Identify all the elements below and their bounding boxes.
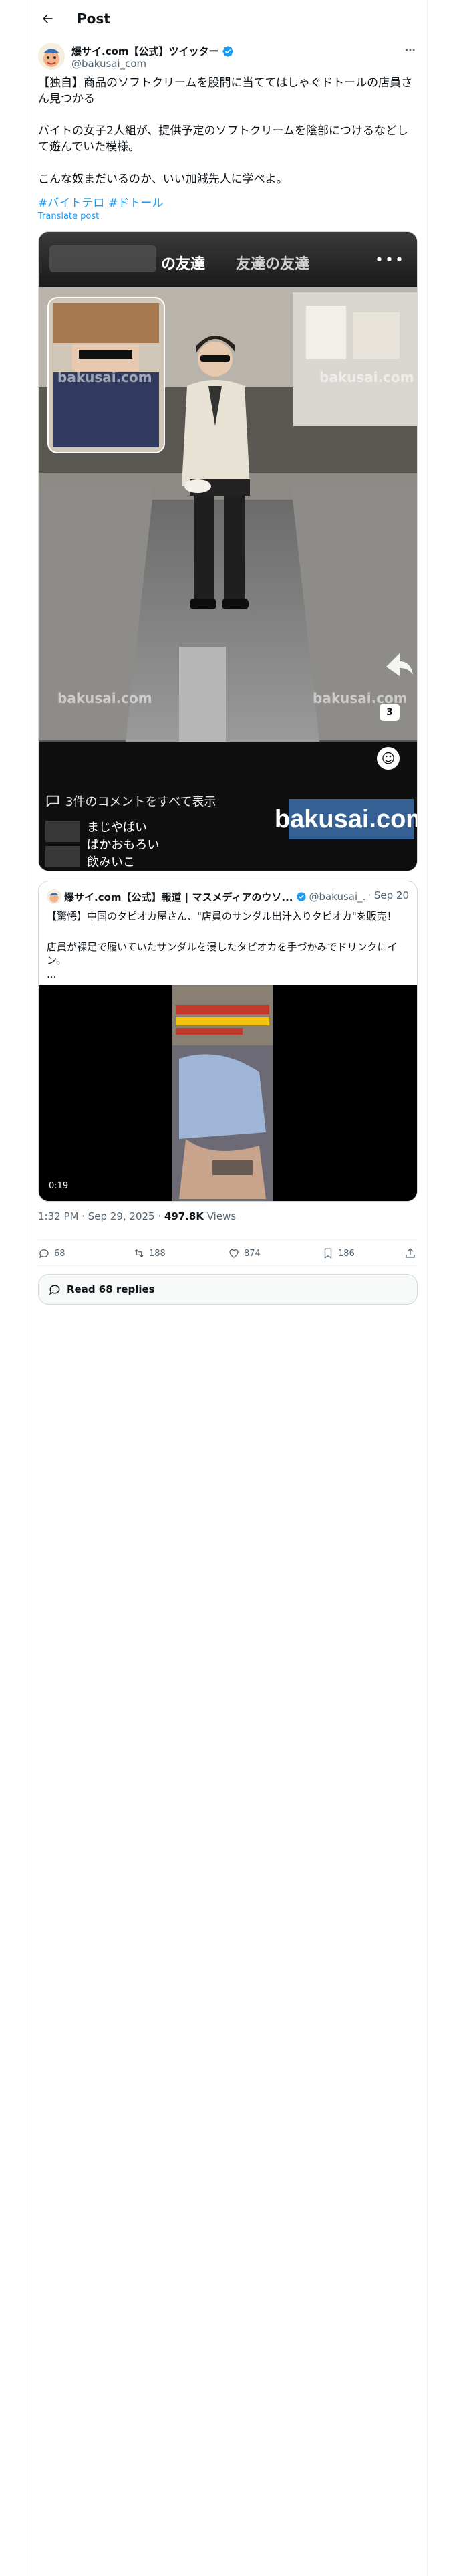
read-replies-button[interactable]: Read 68 replies [38, 1274, 418, 1305]
media-tab-friends-of-friends: 友達の友達 [236, 256, 310, 273]
comment-icon [46, 795, 59, 808]
media-comment: ばかおもろい [87, 838, 160, 852]
share-button[interactable] [404, 1240, 416, 1267]
media-comments-text: 3件のコメントをすべて表示 [65, 795, 216, 809]
post-timestamp[interactable]: 1:32 PM · Sep 29, 2025 · [38, 1210, 164, 1222]
media-comment: まじやばい [87, 821, 147, 835]
quoted-avatar [47, 889, 61, 904]
quoted-post-text: 店員が裸足で履いていたサンダルを浸したタピオカを手づかみでドリンクにイン。 [47, 941, 398, 966]
more-horizontal-icon [406, 49, 415, 51]
media-comments-link: 3件のコメントをすべて表示 [45, 792, 216, 810]
quoted-post[interactable]: 爆サイ.com【公式】報道 | マスメディアのウソ... @bakusai_..… [38, 881, 418, 1202]
hashtags: #バイトテロ #ドトール [38, 195, 168, 211]
bookmark-count: 186 [338, 1248, 355, 1259]
share-icon [406, 1248, 415, 1258]
post-author: 爆サイ.com【公式】ツイッター @bakusai_com [38, 43, 418, 72]
media-count-badge: 3 [380, 704, 400, 721]
bookmark-button[interactable]: 186 [322, 1240, 355, 1267]
reply-button[interactable]: 68 [38, 1240, 65, 1267]
page-title: Post [77, 11, 110, 27]
author-name-row: 爆サイ.com【公式】ツイッター [71, 44, 234, 58]
more-options-button[interactable] [403, 43, 418, 58]
repost-icon [134, 1249, 144, 1258]
reply-count: 68 [54, 1248, 65, 1259]
hashtag-link[interactable]: #バイトテロ [38, 197, 104, 210]
timeline-column: Post 爆サイ.com【公式】ツイッター @bakusai_com 【独自】商… [27, 0, 428, 2576]
like-count: 874 [244, 1248, 261, 1259]
video-duration: 0:19 [45, 1180, 72, 1192]
views-label: Views [203, 1210, 237, 1222]
post-metadata: 1:32 PM · Sep 29, 2025 · 497.8K Views [38, 1210, 236, 1222]
media-tab-friends: の友達 [161, 256, 206, 273]
media-more-icon: ••• [375, 252, 405, 269]
bakusai-logo: bakusai.com [275, 799, 417, 839]
quoted-post-date: · Sep 20 [366, 889, 409, 901]
quoted-post-header: 爆サイ.com【公式】報道 | マスメディアのウソ... @bakusai_..… [47, 889, 410, 904]
quoted-author-handle: @bakusai_... [309, 891, 372, 903]
action-bar: 68 188 874 186 [38, 1239, 418, 1266]
author-handle[interactable]: @bakusai_com [71, 58, 146, 70]
repost-button[interactable]: 188 [133, 1240, 166, 1267]
verified-badge-icon [222, 45, 233, 57]
post-media-image[interactable]: の友達 友達の友達 ••• bakusai.com bakusai.com ba… [38, 231, 418, 871]
avatar[interactable] [38, 43, 65, 70]
watermark: bakusai.com [57, 690, 152, 706]
avatar-image [38, 43, 65, 70]
video-frame [39, 985, 417, 1201]
bookmark-icon [324, 1248, 332, 1259]
post-text: 【独自】商品のソフトクリームを股間に当ててはしゃぐドトールの店員さん見つかる バ… [38, 76, 413, 186]
reply-icon [49, 1285, 60, 1295]
page: Post 爆サイ.com【公式】ツイッター @bakusai_com 【独自】商… [0, 0, 451, 2576]
media-photo [39, 232, 417, 871]
translate-post-link[interactable]: Translate post [38, 211, 99, 221]
repost-count: 188 [149, 1248, 166, 1259]
quoted-author-name: 爆サイ.com【公式】報道 | マスメディアのウソ... [64, 891, 293, 903]
author-name[interactable]: 爆サイ.com【公式】ツイッター [71, 44, 219, 58]
arrow-left-icon [43, 14, 53, 23]
reply-icon [39, 1249, 49, 1259]
quoted-post-text: 【驚愕】中国のタピオカ屋さん、"店員のサンダル出汁入りタピオカ"を販売！ [47, 910, 397, 922]
read-replies-label: Read 68 replies [67, 1283, 155, 1295]
watermark: bakusai.com [319, 369, 414, 385]
back-button[interactable] [35, 7, 59, 31]
top-header: Post [27, 0, 428, 37]
hashtag-link[interactable]: #ドトール [108, 197, 163, 210]
watermark: bakusai.com [57, 369, 152, 385]
heart-icon [229, 1249, 239, 1258]
quoted-video[interactable]: 0:19 [39, 985, 417, 1201]
view-count: 497.8K [164, 1210, 204, 1222]
smile-icon: ☺ [377, 747, 400, 770]
like-button[interactable]: 874 [228, 1240, 261, 1267]
media-comment: 飲みいこ [87, 855, 135, 869]
quoted-post-ellipsis: ... [47, 968, 57, 980]
verified-badge-icon [296, 892, 306, 901]
